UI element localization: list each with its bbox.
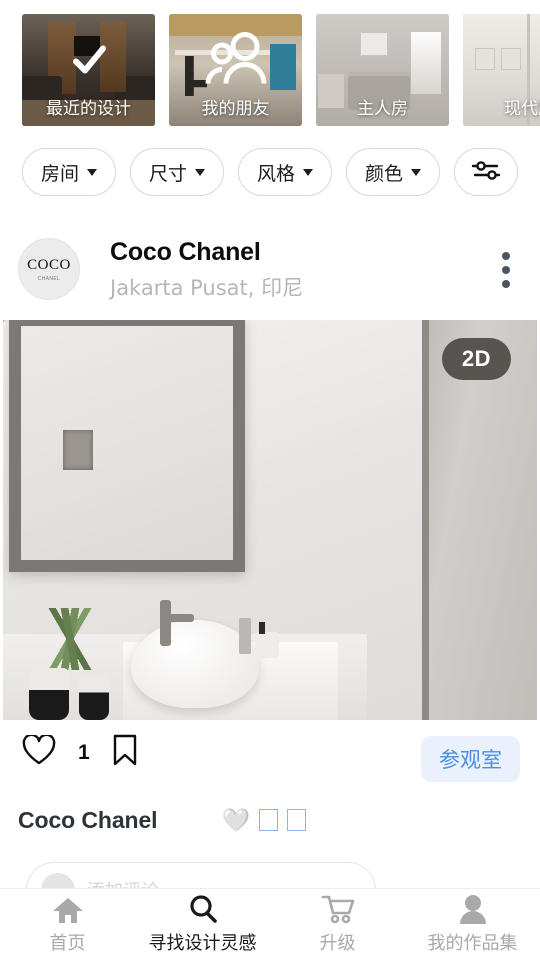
category-card-friends[interactable]: 我的朋友: [169, 14, 302, 126]
kebab-menu-icon[interactable]: [486, 246, 526, 294]
filter-chip-label: 风格: [257, 162, 296, 185]
visit-room-button[interactable]: 参观室: [421, 736, 520, 782]
post-image[interactable]: 2D: [3, 320, 537, 720]
filter-chip-room[interactable]: 房间: [22, 148, 117, 196]
toothbrush-cup: [255, 622, 279, 658]
shower-glass-panel: [429, 320, 537, 720]
category-label: 现代厨: [504, 99, 540, 119]
plant-decor: [27, 608, 113, 670]
filter-chip-color[interactable]: 颜色: [346, 148, 441, 196]
planter-pot: [79, 676, 109, 720]
chevron-down-icon: [411, 168, 422, 176]
shower-frame: [422, 320, 429, 720]
check-icon: [66, 38, 112, 89]
advanced-filter-button[interactable]: [454, 148, 519, 196]
nav-label: 寻找设计灵感: [148, 933, 257, 954]
filter-chip-label: 颜色: [365, 162, 404, 185]
faucet: [160, 600, 194, 646]
bottom-navigation: 首页 寻找设计灵感 升级 我的作品集: [0, 888, 540, 960]
bathroom-mirror: [9, 320, 245, 572]
heart-outline-icon[interactable]: [22, 733, 56, 771]
post-author-name[interactable]: Coco Chanel: [110, 238, 261, 267]
view-mode-badge[interactable]: 2D: [441, 338, 511, 380]
nav-label: 升级: [319, 933, 356, 954]
post-location: Jakarta Pusat, 印尼: [110, 276, 304, 300]
person-icon: [459, 894, 487, 924]
category-label: 主人房: [357, 99, 408, 119]
bookmark-outline-icon[interactable]: [112, 734, 138, 771]
category-card-master-bedroom[interactable]: 主人房: [316, 14, 449, 126]
avatar-brand-text: COCO: [27, 256, 71, 273]
nav-label: 首页: [49, 933, 86, 954]
filter-bar: 房间 尺寸 风格 颜色: [22, 148, 519, 196]
home-icon: [52, 894, 84, 924]
filter-chip-style[interactable]: 风格: [238, 148, 333, 196]
post-action-bar: 1 参观室: [0, 733, 540, 792]
nav-item-home[interactable]: 首页: [0, 894, 135, 955]
planter-pot: [29, 668, 69, 720]
unsupported-emoji-glyph: [287, 809, 307, 831]
chevron-down-icon: [195, 168, 206, 176]
post-header: COCO CHANEL Coco Chanel Jakarta Pusat, 印…: [0, 236, 540, 310]
post-caption: Coco Chanel 🤍: [18, 800, 538, 840]
nav-item-upgrade[interactable]: 升级: [270, 894, 405, 955]
category-label: 我的朋友: [201, 99, 270, 119]
like-count: 1: [78, 740, 90, 764]
nav-label: 我的作品集: [427, 933, 518, 954]
category-card-modern-kitchen[interactable]: 现代厨: [463, 14, 540, 126]
chevron-down-icon: [303, 168, 314, 176]
soap-dispenser: [239, 618, 251, 654]
app-root: 最近的设计 我的朋友 主人房 现代 房间 尺寸 风格 颜色 COCO CHANE…: [0, 0, 540, 960]
chevron-down-icon: [87, 168, 98, 176]
cart-icon: [321, 894, 355, 924]
avatar[interactable]: COCO CHANEL: [18, 238, 80, 300]
action-group-left: 1: [22, 733, 138, 771]
search-icon: [188, 894, 218, 924]
filter-chip-size[interactable]: 尺寸: [130, 148, 225, 196]
category-label: 最近的设计: [46, 99, 131, 119]
filter-chip-label: 房间: [41, 162, 80, 185]
avatar-brand-subtext: CHANEL: [37, 275, 61, 282]
nav-item-discover[interactable]: 寻找设计灵感: [135, 894, 270, 955]
caption-author-name: Coco Chanel: [18, 806, 158, 833]
filter-chip-label: 尺寸: [149, 162, 188, 185]
unsupported-emoji-glyph: [259, 809, 279, 831]
category-carousel[interactable]: 最近的设计 我的朋友 主人房 现代: [0, 14, 540, 126]
white-heart-emoji-icon: 🤍: [221, 806, 251, 833]
category-card-recent[interactable]: 最近的设计: [22, 14, 155, 126]
nav-item-portfolio[interactable]: 我的作品集: [405, 894, 540, 955]
people-group-icon: [200, 32, 272, 95]
tune-sliders-icon: [471, 158, 501, 187]
